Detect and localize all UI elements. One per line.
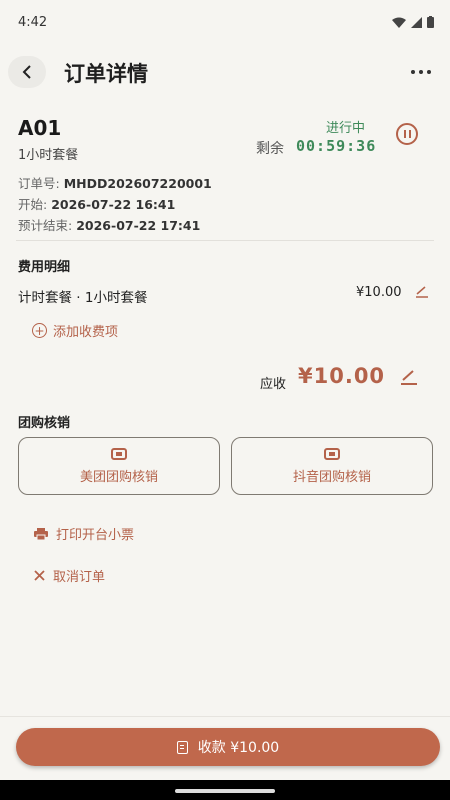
plus-circle-icon: + [32,323,47,338]
pause-icon [408,130,411,138]
fee-details-title: 费用明细 [18,260,71,275]
remaining-time: 00:59:36 [296,137,377,155]
status-bar: 4:42 [0,0,450,44]
douyin-voucher-button[interactable]: 抖音团购核销 [231,437,433,495]
edit-amount-icon[interactable] [399,368,419,386]
order-number-label: 订单号: [18,176,60,191]
collect-payment-button[interactable]: 收款 ¥10.00 [16,728,440,766]
collect-payment-label: 收款 ¥10.00 [197,740,280,756]
print-ticket-label: 打印开台小票 [56,528,135,543]
start-time-row: 开始: 2026-07-22 16:41 [18,194,175,213]
battery-icon [427,16,434,28]
start-time: 2026-07-22 16:41 [51,197,176,212]
douyin-voucher-label: 抖音团购核销 [292,469,371,485]
amount-due-label: 应收 [260,377,287,392]
home-indicator[interactable] [175,789,275,793]
wifi-icon [392,17,406,28]
end-time-row: 预计结束: 2026-07-22 17:41 [18,215,200,234]
order-number-row: 订单号: MHDD202607220001 [18,173,212,192]
receipt-icon [176,740,188,754]
meituan-voucher-button[interactable]: 美团团购核销 [18,437,220,495]
more-dot-icon [411,70,415,74]
pause-icon [403,130,406,138]
printer-icon [34,527,48,540]
amount-due: ¥10.00 [298,364,386,388]
back-button[interactable] [8,56,46,88]
status-time: 4:42 [18,14,48,30]
remaining-label: 剩余 [256,141,284,157]
fee-item-name: 计时套餐 · 1小时套餐 [18,290,148,306]
more-options-button[interactable] [406,60,436,84]
status-badge: 进行中 [326,121,366,136]
more-dot-icon [419,70,423,74]
more-dot-icon [427,70,431,74]
ticket-icon [324,447,340,460]
end-time-label: 预计结束: [18,218,73,233]
table-id: A01 [18,116,62,140]
start-time-label: 开始: [18,197,48,212]
close-icon [34,570,45,581]
add-fee-button[interactable]: + 添加收费项 [32,321,118,340]
ticket-icon [111,447,127,460]
cancel-order-label: 取消订单 [53,570,106,585]
end-time: 2026-07-22 17:41 [76,218,201,233]
edit-fee-icon[interactable] [414,284,430,298]
print-ticket-button[interactable]: 打印开台小票 [34,524,134,543]
divider [16,240,434,241]
meituan-voucher-label: 美团团购核销 [79,469,158,485]
pause-button[interactable] [396,123,418,145]
cancel-order-button[interactable]: 取消订单 [34,566,105,585]
fee-item-price: ¥10.00 [356,285,402,300]
order-number: MHDD202607220001 [63,176,212,191]
page-title: 订单详情 [64,62,148,86]
package-name: 1小时套餐 [18,148,79,163]
signal-icon [411,16,422,28]
add-fee-label: 添加收费项 [53,325,119,340]
app-bar: 订单详情 [0,48,450,96]
status-icons [392,16,434,28]
voucher-section-title: 团购核销 [18,416,71,431]
chevron-left-icon [22,65,31,79]
